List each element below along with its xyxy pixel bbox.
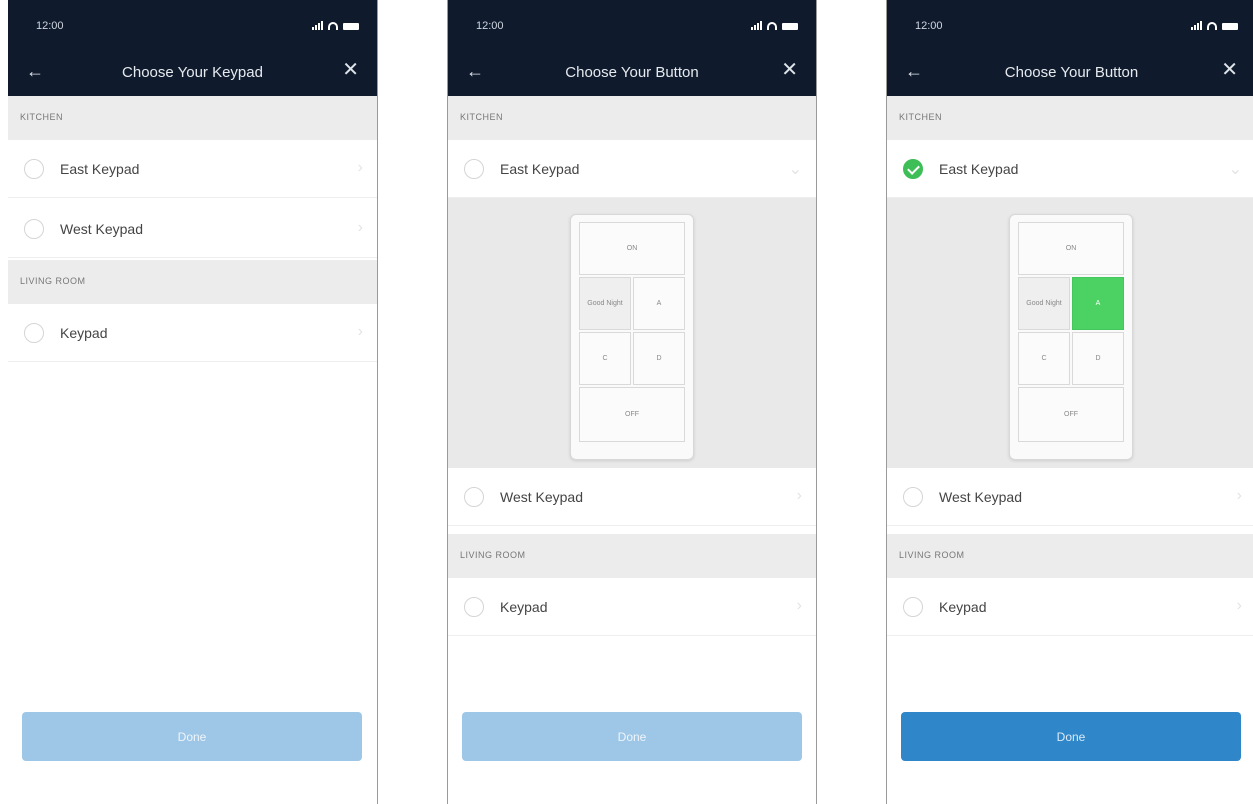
chevron-right-icon: ›: [357, 323, 363, 340]
keypad-button-a-selected[interactable]: A: [1072, 277, 1124, 330]
keypad-diagram: ON Good Night A C D OFF: [570, 214, 694, 460]
page-title: Choose Your Button: [1004, 64, 1139, 81]
page-title: Choose Your Keypad: [122, 64, 263, 81]
list-item-keypad[interactable]: Keypad ›: [448, 578, 816, 636]
radio-button[interactable]: [903, 487, 923, 507]
keypad-button-d[interactable]: D: [1072, 332, 1124, 385]
status-time: 12:00: [476, 20, 504, 32]
radio-button[interactable]: [24, 219, 44, 239]
wifi-icon: [1207, 22, 1217, 30]
list-item-west-keypad[interactable]: West Keypad ›: [448, 468, 816, 526]
keypad-diagram: ON Good Night A C D OFF: [1009, 214, 1133, 460]
done-button[interactable]: Done: [462, 712, 802, 761]
section-header-living-room: LIVING ROOM: [887, 534, 1253, 578]
section-header-kitchen: KITCHEN: [448, 96, 816, 140]
list-item-east-keypad[interactable]: East Keypad ⌄: [448, 140, 816, 198]
close-icon[interactable]: ✕: [342, 60, 359, 80]
done-button[interactable]: Done: [901, 712, 1241, 761]
chevron-right-icon: ›: [1236, 597, 1242, 614]
radio-button[interactable]: [464, 597, 484, 617]
keypad-button-a[interactable]: A: [633, 277, 685, 330]
keypad-button-c[interactable]: C: [579, 332, 631, 385]
signal-icon: [1191, 21, 1202, 30]
radio-button[interactable]: [24, 323, 44, 343]
keypad-button-on[interactable]: ON: [1018, 222, 1124, 275]
chevron-right-icon: ›: [357, 159, 363, 176]
chevron-right-icon: ›: [796, 597, 802, 614]
battery-icon: [1222, 23, 1238, 30]
keypad-button-off[interactable]: OFF: [1018, 387, 1124, 442]
battery-icon: [782, 23, 798, 30]
status-icons: [751, 21, 798, 30]
keypad-preview-panel: ON Good Night A C D OFF: [448, 198, 816, 468]
checkmark-icon[interactable]: [903, 159, 923, 179]
status-time: 12:00: [36, 20, 64, 32]
radio-button[interactable]: [903, 597, 923, 617]
list-item-keypad[interactable]: Keypad ›: [8, 304, 377, 362]
done-button[interactable]: Done: [22, 712, 362, 761]
radio-button[interactable]: [24, 159, 44, 179]
section-header-kitchen: KITCHEN: [887, 96, 1253, 140]
keypad-button-on[interactable]: ON: [579, 222, 685, 275]
list-item-east-keypad[interactable]: East Keypad ⌄: [887, 140, 1253, 198]
chevron-right-icon: ›: [357, 219, 363, 236]
chevron-right-icon: ›: [796, 487, 802, 504]
list-item-keypad[interactable]: Keypad ›: [887, 578, 1253, 636]
close-icon[interactable]: ✕: [781, 60, 798, 80]
wifi-icon: [767, 22, 777, 30]
screen-choose-button: 12:00 ← Choose Your Button ✕ KITCHEN Eas…: [447, 0, 817, 804]
wifi-icon: [328, 22, 338, 30]
status-icons: [1191, 21, 1238, 30]
chevron-down-icon: ⌄: [1228, 161, 1242, 178]
list-item-west-keypad[interactable]: West Keypad ›: [887, 468, 1253, 526]
chevron-right-icon: ›: [1236, 487, 1242, 504]
keypad-button-good-night[interactable]: Good Night: [579, 277, 631, 330]
radio-button[interactable]: [464, 159, 484, 179]
page-title: Choose Your Button: [565, 64, 699, 81]
screen-choose-button-selected: 12:00 ← Choose Your Button ✕ KITCHEN Eas…: [886, 0, 1253, 804]
section-header-kitchen: KITCHEN: [8, 96, 377, 140]
chevron-down-icon: ⌄: [788, 161, 802, 178]
status-icons: [312, 21, 359, 30]
keypad-button-c[interactable]: C: [1018, 332, 1070, 385]
header-bar: 12:00 ← Choose Your Button ✕: [448, 0, 816, 96]
keypad-button-off[interactable]: OFF: [579, 387, 685, 442]
close-icon[interactable]: ✕: [1221, 60, 1238, 80]
header-bar: 12:00 ← Choose Your Button ✕: [887, 0, 1253, 96]
signal-icon: [751, 21, 762, 30]
keypad-preview-panel: ON Good Night A C D OFF: [887, 198, 1253, 468]
keypad-button-d[interactable]: D: [633, 332, 685, 385]
battery-icon: [343, 23, 359, 30]
keypad-button-good-night[interactable]: Good Night: [1018, 277, 1070, 330]
list-item-east-keypad[interactable]: East Keypad ›: [8, 140, 377, 198]
section-header-living-room: LIVING ROOM: [448, 534, 816, 578]
section-header-living-room: LIVING ROOM: [8, 260, 377, 304]
list-item-west-keypad[interactable]: West Keypad ›: [8, 200, 377, 258]
signal-icon: [312, 21, 323, 30]
screen-choose-keypad: 12:00 ← Choose Your Keypad ✕ KITCHEN Eas…: [8, 0, 378, 804]
radio-button[interactable]: [464, 487, 484, 507]
header-bar: 12:00 ← Choose Your Keypad ✕: [8, 0, 377, 96]
status-time: 12:00: [915, 20, 943, 32]
